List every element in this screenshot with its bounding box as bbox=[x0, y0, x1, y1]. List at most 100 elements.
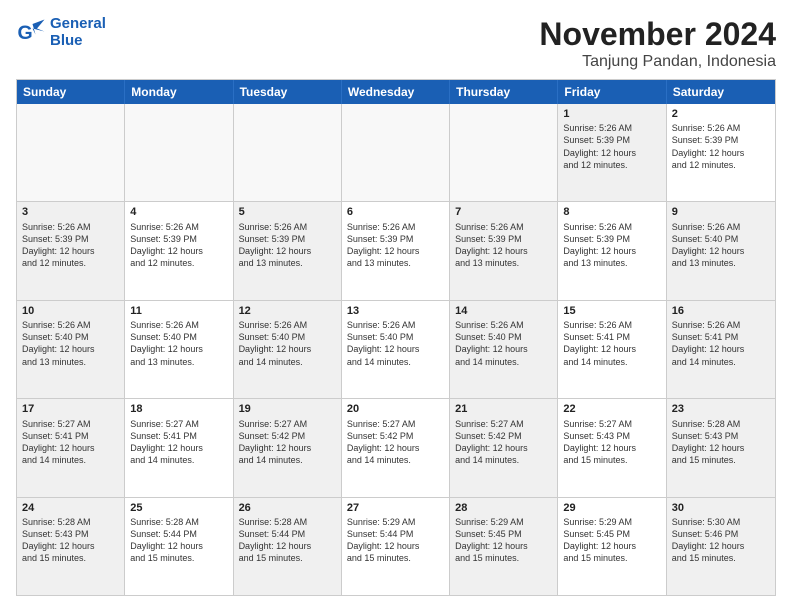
day-number: 11 bbox=[130, 304, 227, 318]
calendar-cell-2-1: 11Sunrise: 5:26 AM Sunset: 5:40 PM Dayli… bbox=[125, 301, 233, 398]
day-number: 26 bbox=[239, 501, 336, 515]
day-number: 27 bbox=[347, 501, 444, 515]
day-number: 3 bbox=[22, 205, 119, 219]
day-number: 18 bbox=[130, 402, 227, 416]
calendar-row-0: 1Sunrise: 5:26 AM Sunset: 5:39 PM Daylig… bbox=[17, 104, 775, 201]
day-header-wednesday: Wednesday bbox=[342, 80, 450, 104]
day-info: Sunrise: 5:27 AM Sunset: 5:42 PM Dayligh… bbox=[239, 418, 336, 467]
day-info: Sunrise: 5:27 AM Sunset: 5:41 PM Dayligh… bbox=[22, 418, 119, 467]
calendar-cell-0-2 bbox=[234, 104, 342, 201]
day-number: 16 bbox=[672, 304, 770, 318]
day-number: 25 bbox=[130, 501, 227, 515]
day-number: 23 bbox=[672, 402, 770, 416]
calendar-cell-0-0 bbox=[17, 104, 125, 201]
day-info: Sunrise: 5:26 AM Sunset: 5:41 PM Dayligh… bbox=[563, 319, 660, 368]
day-info: Sunrise: 5:26 AM Sunset: 5:40 PM Dayligh… bbox=[22, 319, 119, 368]
header: G General Blue November 2024 Tanjung Pan… bbox=[16, 16, 776, 71]
calendar-cell-3-5: 22 Sunrise: 5:27 AM Sunset: 5:43 PM Dayli… bbox=[558, 399, 666, 496]
calendar-row-1: 3 Sunrise: 5:26 AM Sunset: 5:39 PM Daylig… bbox=[17, 201, 775, 299]
day-info: Sunrise: 5:26 AM Sunset: 5:39 PM Dayligh… bbox=[239, 221, 336, 270]
day-info: Sunrise: 5:26 AM Sunset: 5:39 PM Dayligh… bbox=[130, 221, 227, 270]
day-number: 28 bbox=[455, 501, 552, 515]
svg-text:G: G bbox=[18, 22, 33, 44]
day-info: Sunrise: 5:29 AM Sunset: 5:45 PM Dayligh… bbox=[455, 516, 552, 565]
day-number: 4 bbox=[130, 205, 227, 219]
calendar-cell-2-5: 15Sunrise: 5:26 AM Sunset: 5:41 PM Dayli… bbox=[558, 301, 666, 398]
day-info: Sunrise: 5:29 AM Sunset: 5:44 PM Dayligh… bbox=[347, 516, 444, 565]
day-info: Sunrise: 5:26 AM Sunset: 5:39 PM Dayligh… bbox=[563, 122, 660, 171]
calendar-cell-3-1: 18Sunrise: 5:27 AM Sunset: 5:41 PM Dayli… bbox=[125, 399, 233, 496]
calendar-cell-4-1: 25Sunrise: 5:28 AM Sunset: 5:44 PM Dayli… bbox=[125, 498, 233, 595]
logo-text: General Blue bbox=[50, 16, 106, 49]
day-info: Sunrise: 5:26 AM Sunset: 5:40 PM Dayligh… bbox=[455, 319, 552, 368]
day-header-friday: Friday bbox=[558, 80, 666, 104]
day-info: Sunrise: 5:28 AM Sunset: 5:44 PM Dayligh… bbox=[239, 516, 336, 565]
day-info: Sunrise: 5:26 AM Sunset: 5:39 PM Dayligh… bbox=[455, 221, 552, 270]
calendar-row-3: 17Sunrise: 5:27 AM Sunset: 5:41 PM Dayli… bbox=[17, 398, 775, 496]
calendar-cell-0-3 bbox=[342, 104, 450, 201]
calendar-cell-4-4: 28Sunrise: 5:29 AM Sunset: 5:45 PM Dayli… bbox=[450, 498, 558, 595]
calendar-cell-4-6: 30Sunrise: 5:30 AM Sunset: 5:46 PM Dayli… bbox=[667, 498, 775, 595]
day-info: Sunrise: 5:26 AM Sunset: 5:41 PM Dayligh… bbox=[672, 319, 770, 368]
day-number: 30 bbox=[672, 501, 770, 515]
calendar-cell-3-4: 21 Sunrise: 5:27 AM Sunset: 5:42 PM Dayli… bbox=[450, 399, 558, 496]
calendar-cell-2-0: 10Sunrise: 5:26 AM Sunset: 5:40 PM Dayli… bbox=[17, 301, 125, 398]
calendar-cell-0-5: 1Sunrise: 5:26 AM Sunset: 5:39 PM Daylig… bbox=[558, 104, 666, 201]
day-header-saturday: Saturday bbox=[667, 80, 775, 104]
calendar-cell-3-3: 20Sunrise: 5:27 AM Sunset: 5:42 PM Dayli… bbox=[342, 399, 450, 496]
calendar-cell-1-3: 6 Sunrise: 5:26 AM Sunset: 5:39 PM Daylig… bbox=[342, 202, 450, 299]
calendar-cell-1-6: 9 Sunrise: 5:26 AM Sunset: 5:40 PM Daylig… bbox=[667, 202, 775, 299]
calendar-cell-3-0: 17Sunrise: 5:27 AM Sunset: 5:41 PM Dayli… bbox=[17, 399, 125, 496]
day-info: Sunrise: 5:26 AM Sunset: 5:40 PM Dayligh… bbox=[672, 221, 770, 270]
day-info: Sunrise: 5:29 AM Sunset: 5:45 PM Dayligh… bbox=[563, 516, 660, 565]
calendar-cell-1-2: 5Sunrise: 5:26 AM Sunset: 5:39 PM Daylig… bbox=[234, 202, 342, 299]
day-info: Sunrise: 5:26 AM Sunset: 5:39 PM Dayligh… bbox=[347, 221, 444, 270]
page: G General Blue November 2024 Tanjung Pan… bbox=[0, 0, 792, 612]
day-number: 20 bbox=[347, 402, 444, 416]
calendar-cell-4-5: 29Sunrise: 5:29 AM Sunset: 5:45 PM Dayli… bbox=[558, 498, 666, 595]
day-header-sunday: Sunday bbox=[17, 80, 125, 104]
day-header-tuesday: Tuesday bbox=[234, 80, 342, 104]
day-info: Sunrise: 5:28 AM Sunset: 5:43 PM Dayligh… bbox=[672, 418, 770, 467]
day-number: 19 bbox=[239, 402, 336, 416]
day-info: Sunrise: 5:28 AM Sunset: 5:43 PM Dayligh… bbox=[22, 516, 119, 565]
calendar-cell-4-0: 24Sunrise: 5:28 AM Sunset: 5:43 PM Dayli… bbox=[17, 498, 125, 595]
calendar-cell-0-6: 2Sunrise: 5:26 AM Sunset: 5:39 PM Daylig… bbox=[667, 104, 775, 201]
day-info: Sunrise: 5:26 AM Sunset: 5:39 PM Dayligh… bbox=[672, 122, 770, 171]
calendar-row-2: 10Sunrise: 5:26 AM Sunset: 5:40 PM Dayli… bbox=[17, 300, 775, 398]
day-header-monday: Monday bbox=[125, 80, 233, 104]
day-info: Sunrise: 5:26 AM Sunset: 5:40 PM Dayligh… bbox=[239, 319, 336, 368]
day-number: 8 bbox=[563, 205, 660, 219]
calendar-cell-1-1: 4 Sunrise: 5:26 AM Sunset: 5:39 PM Daylig… bbox=[125, 202, 233, 299]
calendar-cell-0-4 bbox=[450, 104, 558, 201]
day-info: Sunrise: 5:26 AM Sunset: 5:39 PM Dayligh… bbox=[22, 221, 119, 270]
calendar-row-4: 24Sunrise: 5:28 AM Sunset: 5:43 PM Dayli… bbox=[17, 497, 775, 595]
day-number: 15 bbox=[563, 304, 660, 318]
calendar-cell-2-6: 16Sunrise: 5:26 AM Sunset: 5:41 PM Dayli… bbox=[667, 301, 775, 398]
day-header-thursday: Thursday bbox=[450, 80, 558, 104]
calendar-header: Sunday Monday Tuesday Wednesday Thursday… bbox=[17, 80, 775, 104]
day-info: Sunrise: 5:27 AM Sunset: 5:42 PM Dayligh… bbox=[455, 418, 552, 467]
calendar-cell-3-2: 19 Sunrise: 5:27 AM Sunset: 5:42 PM Dayli… bbox=[234, 399, 342, 496]
day-info: Sunrise: 5:26 AM Sunset: 5:39 PM Dayligh… bbox=[563, 221, 660, 270]
calendar-cell-4-3: 27Sunrise: 5:29 AM Sunset: 5:44 PM Dayli… bbox=[342, 498, 450, 595]
logo: G General Blue bbox=[16, 16, 106, 49]
calendar: Sunday Monday Tuesday Wednesday Thursday… bbox=[16, 79, 776, 596]
title-block: November 2024 Tanjung Pandan, Indonesia bbox=[539, 16, 776, 71]
day-number: 6 bbox=[347, 205, 444, 219]
calendar-cell-3-6: 23 Sunrise: 5:28 AM Sunset: 5:43 PM Dayli… bbox=[667, 399, 775, 496]
logo-icon: G bbox=[16, 18, 46, 48]
calendar-cell-4-2: 26Sunrise: 5:28 AM Sunset: 5:44 PM Dayli… bbox=[234, 498, 342, 595]
day-info: Sunrise: 5:26 AM Sunset: 5:40 PM Dayligh… bbox=[347, 319, 444, 368]
day-number: 21 bbox=[455, 402, 552, 416]
day-info: Sunrise: 5:28 AM Sunset: 5:44 PM Dayligh… bbox=[130, 516, 227, 565]
calendar-cell-1-0: 3 Sunrise: 5:26 AM Sunset: 5:39 PM Daylig… bbox=[17, 202, 125, 299]
calendar-body: 1Sunrise: 5:26 AM Sunset: 5:39 PM Daylig… bbox=[17, 104, 775, 595]
day-info: Sunrise: 5:27 AM Sunset: 5:43 PM Dayligh… bbox=[563, 418, 660, 467]
day-number: 22 bbox=[563, 402, 660, 416]
day-number: 7 bbox=[455, 205, 552, 219]
day-number: 24 bbox=[22, 501, 119, 515]
day-number: 9 bbox=[672, 205, 770, 219]
day-number: 10 bbox=[22, 304, 119, 318]
day-number: 2 bbox=[672, 107, 770, 121]
